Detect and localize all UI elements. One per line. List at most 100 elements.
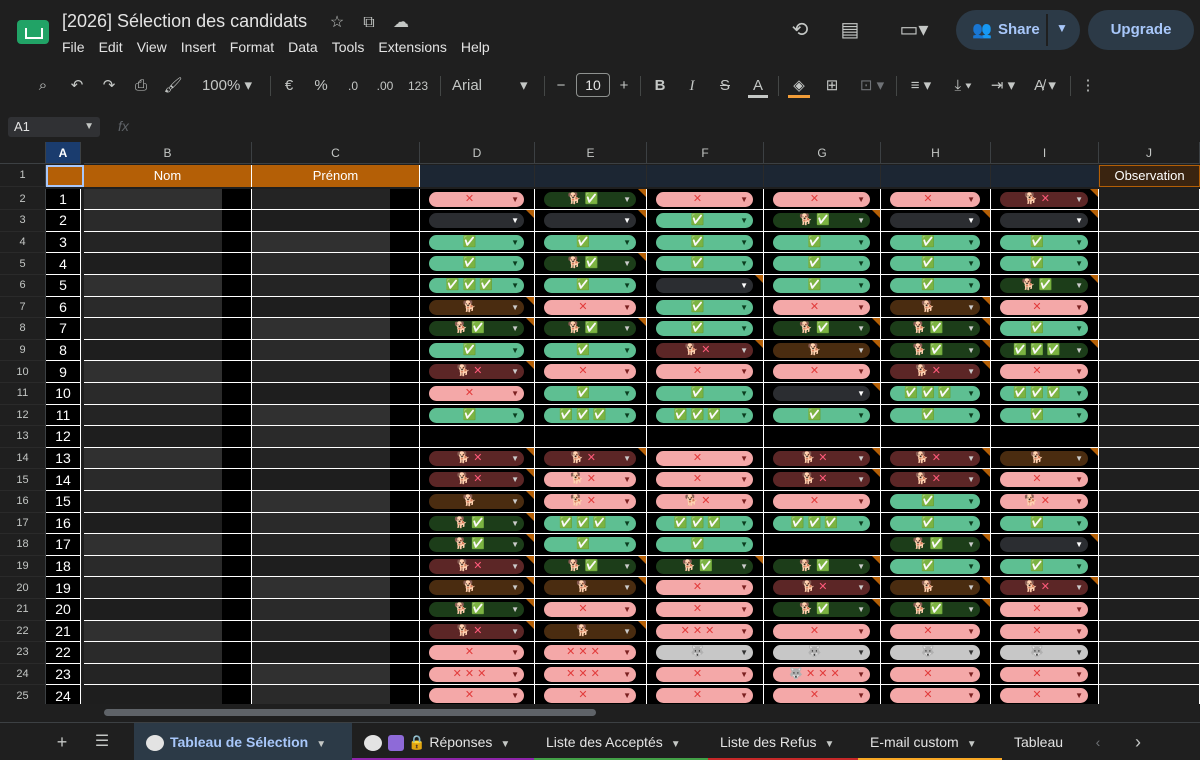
chevron-down-icon[interactable]: ▼: [511, 300, 519, 315]
dropdown-chip[interactable]: ✅ ▼: [1000, 515, 1088, 531]
formula-input[interactable]: [140, 114, 1200, 140]
dropdown-chip[interactable]: 🐕 ✅ ▼: [656, 558, 753, 574]
cell-f[interactable]: ✕ ▼: [647, 599, 764, 621]
cell-observation[interactable]: [1099, 361, 1200, 383]
cell-i[interactable]: ✅ ▼: [991, 318, 1099, 340]
cell-prenom-redacted[interactable]: [252, 318, 420, 340]
row-header[interactable]: 11: [0, 383, 46, 405]
chevron-down-icon[interactable]: ▼: [623, 645, 631, 660]
cell-nom-redacted[interactable]: [84, 512, 252, 535]
cell-e[interactable]: 🐕 ✅ ▼: [535, 555, 647, 578]
chevron-down-icon[interactable]: ▼: [511, 602, 519, 617]
cell-prenom-redacted[interactable]: [252, 685, 420, 704]
column-header-c[interactable]: C: [252, 142, 420, 164]
number-format-button[interactable]: 123: [404, 74, 432, 98]
dropdown-chip[interactable]: ✅ ▼: [429, 256, 524, 272]
chevron-down-icon[interactable]: ▼: [623, 624, 631, 639]
cell-prenom-redacted[interactable]: [252, 426, 420, 448]
chevron-down-icon[interactable]: ▼: [857, 213, 865, 228]
row-header[interactable]: 25: [0, 685, 46, 704]
cell-index[interactable]: 13: [46, 447, 81, 470]
dropdown-chip[interactable]: 🐕 ✅ ▼: [890, 537, 980, 553]
menu-file[interactable]: File: [55, 37, 92, 57]
chevron-down-icon[interactable]: ▼: [623, 386, 631, 401]
chevron-down-icon[interactable]: ▼: [1075, 624, 1083, 639]
cell-d[interactable]: ✅ ▼: [420, 253, 535, 275]
dropdown-chip[interactable]: ✕ ▼: [890, 623, 980, 639]
cell-index[interactable]: 24: [46, 685, 81, 704]
cell-f[interactable]: ✕ ✕ ✕ ▼: [647, 620, 764, 643]
chevron-down-icon[interactable]: ▼: [740, 256, 748, 271]
cell-nom-redacted[interactable]: [84, 491, 252, 513]
cell-g[interactable]: 🐺 ✕ ✕ ✕ ▼: [764, 663, 881, 686]
row-header[interactable]: 10: [0, 361, 46, 383]
dropdown-chip[interactable]: ▼: [429, 213, 524, 229]
cell-h[interactable]: 🐕 ✅ ▼: [881, 318, 991, 340]
dropdown-chip[interactable]: ✅ ▼: [890, 407, 980, 423]
cell-h[interactable]: ✕ ▼: [881, 620, 991, 643]
cell-index[interactable]: 14: [46, 469, 81, 491]
cell-e[interactable]: 🐕 ✕ ▼: [535, 447, 647, 470]
cell-e[interactable]: [535, 426, 647, 448]
cell-prenom-redacted[interactable]: [252, 620, 420, 643]
cell-f[interactable]: ✅ ▼: [647, 253, 764, 275]
chevron-down-icon[interactable]: ▼: [740, 516, 748, 531]
cell-h[interactable]: [881, 426, 991, 448]
dropdown-chip[interactable]: ✅ ▼: [890, 558, 980, 574]
cell-f[interactable]: ✕ ▼: [647, 188, 764, 211]
dropdown-chip[interactable]: 🐺 ✕ ✕ ✕ ▼: [773, 666, 870, 682]
chevron-down-icon[interactable]: ▼: [623, 602, 631, 617]
cell-d[interactable]: 🐕 ✕ ▼: [420, 361, 535, 383]
cell-g[interactable]: ✅ ✅ ✅ ▼: [764, 512, 881, 535]
cell-i[interactable]: 🐺 ▼: [991, 642, 1099, 664]
chevron-down-icon[interactable]: ▼: [1075, 580, 1083, 595]
chevron-down-icon[interactable]: ▼: [1075, 235, 1083, 250]
dropdown-chip[interactable]: ▼: [544, 213, 636, 229]
document-title[interactable]: [2026] Sélection des candidats: [62, 11, 307, 32]
cell-d[interactable]: ✕ ▼: [420, 383, 535, 405]
dropdown-chip[interactable]: ✕ ▼: [773, 364, 870, 380]
cell-observation[interactable]: [1099, 663, 1200, 686]
chevron-down-icon[interactable]: ▼: [1075, 408, 1083, 423]
cell-observation[interactable]: [1099, 577, 1200, 599]
dropdown-chip[interactable]: ▼: [1000, 537, 1088, 553]
chevron-down-icon[interactable]: ▼: [1075, 451, 1083, 466]
cell-f[interactable]: ▼: [647, 275, 764, 297]
cell-nom-redacted[interactable]: [84, 210, 252, 232]
cell-i[interactable]: ✅ ✅ ✅ ▼: [991, 383, 1099, 405]
cell-observation[interactable]: [1099, 404, 1200, 427]
chevron-down-icon[interactable]: ▼: [740, 688, 748, 703]
cell-i[interactable]: ✅ ▼: [991, 231, 1099, 254]
cell-f[interactable]: ✅ ✅ ✅ ▼: [647, 512, 764, 535]
cell-g[interactable]: 🐕 ✅ ▼: [764, 555, 881, 578]
dropdown-chip[interactable]: 🐕 ✅ ▼: [429, 321, 524, 337]
chevron-down-icon[interactable]: ▼: [857, 580, 865, 595]
scroll-tabs-left-icon[interactable]: ‹: [1088, 723, 1108, 760]
chevron-down-icon[interactable]: ▼: [740, 192, 748, 207]
share-button[interactable]: 👥 Share ▼: [956, 10, 1080, 50]
dropdown-chip[interactable]: ▼: [1000, 213, 1088, 229]
dropdown-chip[interactable]: 🐕 ▼: [544, 580, 636, 596]
chevron-down-icon[interactable]: ▼: [511, 408, 519, 423]
cell-g[interactable]: ✕ ▼: [764, 620, 881, 643]
row-header[interactable]: 15: [0, 469, 46, 491]
chevron-down-icon[interactable]: ▼: [857, 235, 865, 250]
increase-decimal-button[interactable]: .00: [372, 74, 398, 98]
cell-nom-redacted[interactable]: [84, 188, 252, 211]
chevron-down-icon[interactable]: ▼: [1075, 364, 1083, 379]
cell-i[interactable]: ✕ ▼: [991, 599, 1099, 621]
dropdown-chip[interactable]: ✅ ▼: [656, 256, 753, 272]
chevron-down-icon[interactable]: ▼: [511, 667, 519, 682]
cell-nom-redacted[interactable]: [84, 620, 252, 643]
sheet-tab-3[interactable]: Liste des Acceptés ▼: [534, 723, 708, 760]
dropdown-chip[interactable]: ✕ ▼: [656, 666, 753, 682]
cell-prenom-redacted[interactable]: [252, 577, 420, 599]
cell-i[interactable]: 🐕 ✕ ▼: [991, 188, 1099, 211]
cell-d[interactable]: 🐕 ✅ ▼: [420, 534, 535, 556]
cell-prenom-redacted[interactable]: [252, 491, 420, 513]
chevron-down-icon[interactable]: ▼: [84, 117, 94, 137]
dropdown-chip[interactable]: 🐕 ✕ ▼: [890, 364, 980, 380]
increase-font-size-icon[interactable]: +: [616, 74, 632, 98]
cell-nom-redacted[interactable]: [84, 685, 252, 704]
cell-i[interactable]: ✕ ▼: [991, 685, 1099, 704]
